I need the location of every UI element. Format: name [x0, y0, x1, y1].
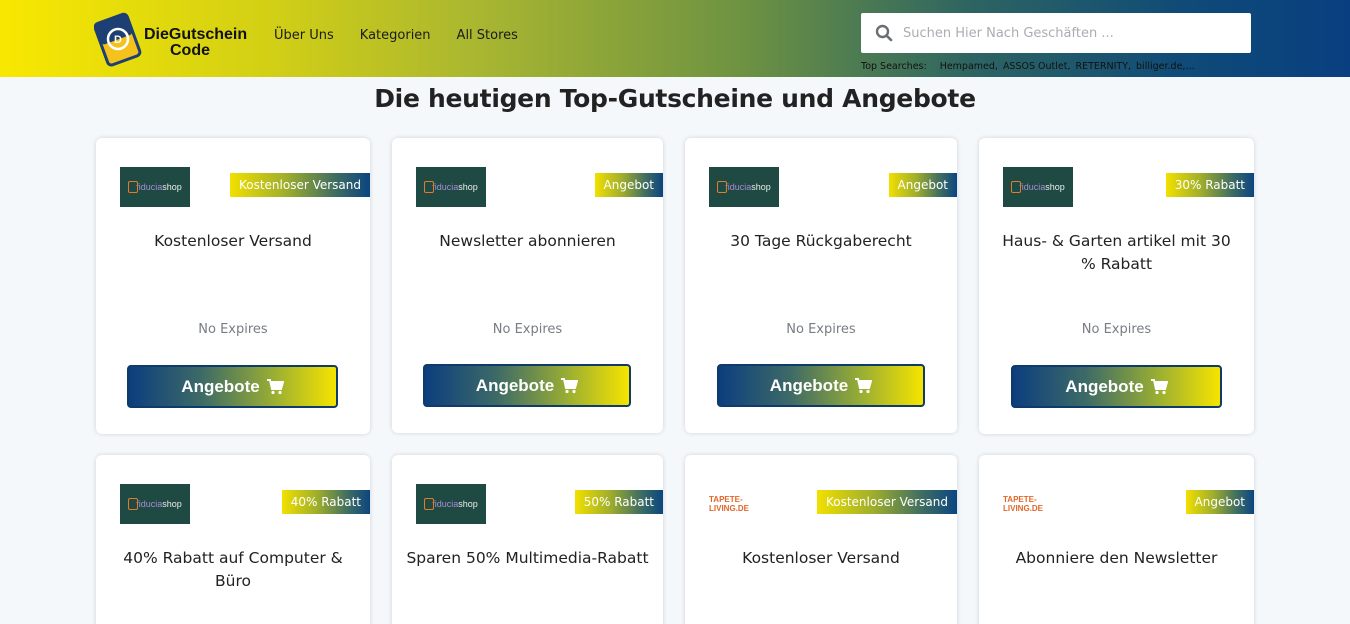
bag-icon: [1011, 181, 1022, 193]
offer-expires: No Expires: [1081, 322, 1152, 337]
top-search-link[interactable]: Hempamed,: [940, 61, 998, 72]
offer-card: fiducia shop 30% Rabatt Haus- & Garten ar…: [979, 138, 1254, 434]
offer-badge: Angebot: [594, 173, 663, 197]
top-search-link[interactable]: billiger.de,...: [1136, 61, 1194, 72]
offer-title: 40% Rabatt auf Computer & Büro: [123, 549, 343, 590]
cart-icon: [1150, 378, 1168, 394]
store-name: TAPETE-LIVING.DE: [1003, 495, 1044, 513]
angebote-button[interactable]: Angebote: [1011, 365, 1222, 408]
search-input[interactable]: [903, 25, 1233, 41]
nav-all-stores[interactable]: All Stores: [457, 28, 518, 43]
offer-badge: 50% Rabatt: [574, 490, 663, 514]
offer-expires: No Expires: [198, 322, 268, 337]
bag-icon: [128, 181, 139, 193]
top-searches-label: Top Searches:: [861, 61, 927, 72]
bag-icon: [424, 498, 435, 510]
offer-card: fiducia shop Angebot 30 Tage Rückgaberech…: [685, 138, 957, 433]
store-logo[interactable]: TAPETE-LIVING.DE: [709, 484, 779, 524]
cart-icon: [266, 378, 284, 394]
offer-expires: No Expires: [492, 322, 563, 337]
store-logo[interactable]: TAPETE-LIVING.DE: [1003, 484, 1073, 524]
angebote-button[interactable]: Angebote: [423, 364, 631, 407]
store-logo[interactable]: fiducia shop: [120, 167, 190, 207]
button-label: Angebote: [1065, 376, 1144, 396]
button-label: Angebote: [475, 375, 555, 395]
svg-text:D: D: [114, 34, 122, 46]
top-search-link[interactable]: RETERNITY,: [1075, 61, 1131, 72]
offer-card: TAPETE-LIVING.DE Angebot Abonniere den N…: [979, 455, 1254, 624]
nav-ueber-uns[interactable]: Über Uns: [274, 28, 334, 43]
offer-badge: 40% Rabatt: [281, 490, 370, 514]
store-logo[interactable]: fiducia shop: [416, 167, 486, 207]
offer-title: Haus- & Garten artikel mit 30 % Rabatt: [1002, 232, 1231, 273]
button-label: Angebote: [769, 375, 849, 395]
store-name: TAPETE-LIVING.DE: [709, 495, 750, 513]
offer-title: Kostenloser Versand: [154, 232, 312, 250]
offer-card: fiducia shop Angebot Newsletter abonniere…: [392, 138, 663, 433]
offer-title: Abonniere den Newsletter: [1015, 549, 1218, 567]
offer-badge: Angebot: [888, 173, 957, 197]
main-nav: Über Uns Kategorien All Stores: [274, 28, 518, 43]
store-search: [861, 13, 1251, 53]
offer-badge: Kostenloser Versand: [816, 490, 957, 514]
logo-text-line2: Code: [170, 42, 210, 59]
store-logo[interactable]: fiducia shop: [709, 167, 779, 207]
button-label: Angebote: [181, 376, 260, 396]
logo-text-line1: DieGutschein: [144, 26, 248, 43]
cart-icon: [855, 377, 873, 393]
offer-expires: No Expires: [786, 322, 856, 337]
nav-kategorien[interactable]: Kategorien: [360, 28, 431, 43]
site-header: D DieGutschein Code Über Uns Kategorien …: [0, 0, 1350, 77]
angebote-button[interactable]: Angebote: [127, 365, 338, 408]
top-search-link[interactable]: ASSOS Outlet,: [1003, 61, 1071, 72]
page-title: Die heutigen Top-Gutscheine und Angebote: [374, 84, 976, 113]
offer-badge: Kostenloser Versand: [229, 173, 370, 197]
cart-icon: [561, 377, 579, 393]
store-logo[interactable]: fiducia shop: [416, 484, 486, 524]
store-logo[interactable]: fiducia shop: [120, 484, 190, 524]
offer-title: Sparen 50% Multimedia-Rabatt: [406, 549, 649, 567]
bag-icon: [717, 181, 728, 193]
top-searches: Top Searches: Hempamed, ASSOS Outlet, RE…: [861, 61, 1195, 72]
offer-card: TAPETE-LIVING.DE Kostenloser Versand Kos…: [685, 455, 957, 624]
offer-title: 30 Tage Rückgaberecht: [730, 232, 912, 250]
search-icon[interactable]: [875, 24, 893, 42]
offer-card: fiducia shop Kostenloser Versand Kostenlo…: [96, 138, 370, 434]
logo-mark-icon: D: [94, 12, 142, 67]
offer-card: fiducia shop 50% Rabatt Sparen 50% Multim…: [392, 455, 663, 624]
bag-icon: [424, 181, 435, 193]
offer-title: Newsletter abonnieren: [439, 232, 616, 250]
offer-badge: 30% Rabatt: [1165, 173, 1254, 197]
offer-title: Kostenloser Versand: [742, 549, 900, 567]
offer-card: fiducia shop 40% Rabatt 40% Rabatt auf Co…: [96, 455, 370, 624]
offer-badge: Angebot: [1185, 490, 1254, 514]
angebote-button[interactable]: Angebote: [717, 364, 925, 407]
store-logo[interactable]: fiducia shop: [1003, 167, 1073, 207]
bag-icon: [128, 498, 139, 510]
site-logo[interactable]: D DieGutschein Code: [94, 9, 254, 67]
